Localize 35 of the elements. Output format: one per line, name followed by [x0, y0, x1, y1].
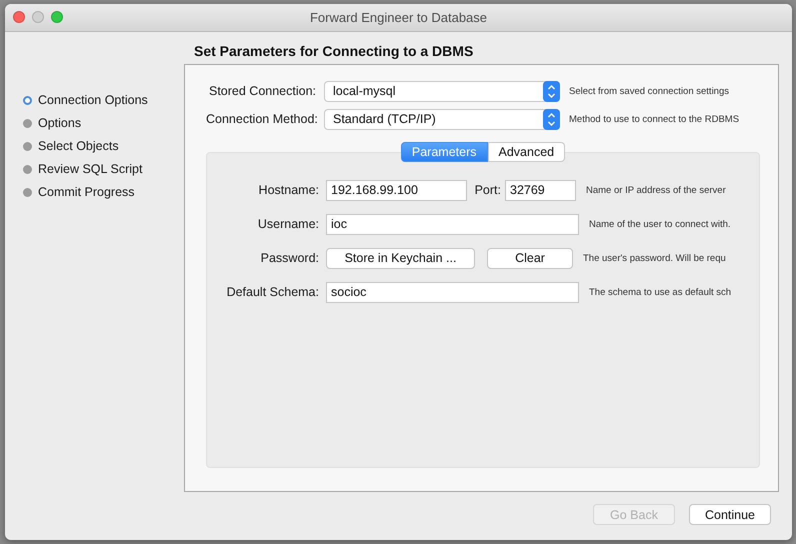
tab[interactable]: Advanced — [488, 142, 566, 162]
port-label: Port: — [474, 183, 501, 197]
store-keychain-button[interactable]: Store in Keychain ... — [326, 248, 475, 268]
hint-text: Name of the user to connect with. — [589, 218, 731, 230]
field-label: Stored Connection: — [208, 84, 316, 98]
hint-text: Select from saved connection settings — [569, 86, 730, 96]
step-label: Review SQL Script — [38, 162, 142, 176]
minimize-icon[interactable] — [32, 11, 44, 23]
clear-button[interactable]: Clear — [487, 248, 573, 268]
field-label: Username: — [256, 217, 319, 231]
close-icon[interactable] — [13, 11, 25, 23]
page-heading: Set Parameters for Connecting to a DBMS — [193, 42, 474, 61]
field-label: Connection Method: — [206, 112, 316, 126]
port-field[interactable]: 32769 — [505, 180, 576, 200]
window-title: Forward Engineer to Database — [310, 10, 488, 25]
field-label: Password: — [260, 251, 319, 265]
step-label: Connection Options — [38, 93, 148, 107]
hint-text: Method to use to connect to the RDBMS — [569, 114, 740, 124]
hint-text: The user's password. Will be requ — [583, 252, 726, 264]
input-field[interactable]: socioc — [326, 282, 579, 302]
input-field[interactable]: ioc — [326, 214, 579, 234]
continue-button[interactable]: Continue — [689, 504, 771, 525]
dropdown-field[interactable]: Standard (TCP/IP) — [324, 108, 560, 130]
hostname-field[interactable]: 192.168.99.100 — [326, 180, 467, 200]
step-label: Select Objects — [38, 139, 119, 153]
stepper-icon — [543, 108, 560, 130]
field-label: Hostname: — [258, 183, 319, 197]
step-label: Options — [38, 116, 82, 130]
field-label: Default Schema: — [226, 285, 319, 299]
zoom-icon[interactable] — [51, 11, 63, 23]
dropdown-field[interactable]: local-mysql — [324, 80, 560, 102]
stepper-icon — [543, 80, 560, 102]
hint-text: The schema to use as default sch — [589, 286, 732, 298]
step-label: Commit Progress — [38, 185, 135, 199]
hint-text: Name or IP address of the server — [586, 184, 726, 196]
